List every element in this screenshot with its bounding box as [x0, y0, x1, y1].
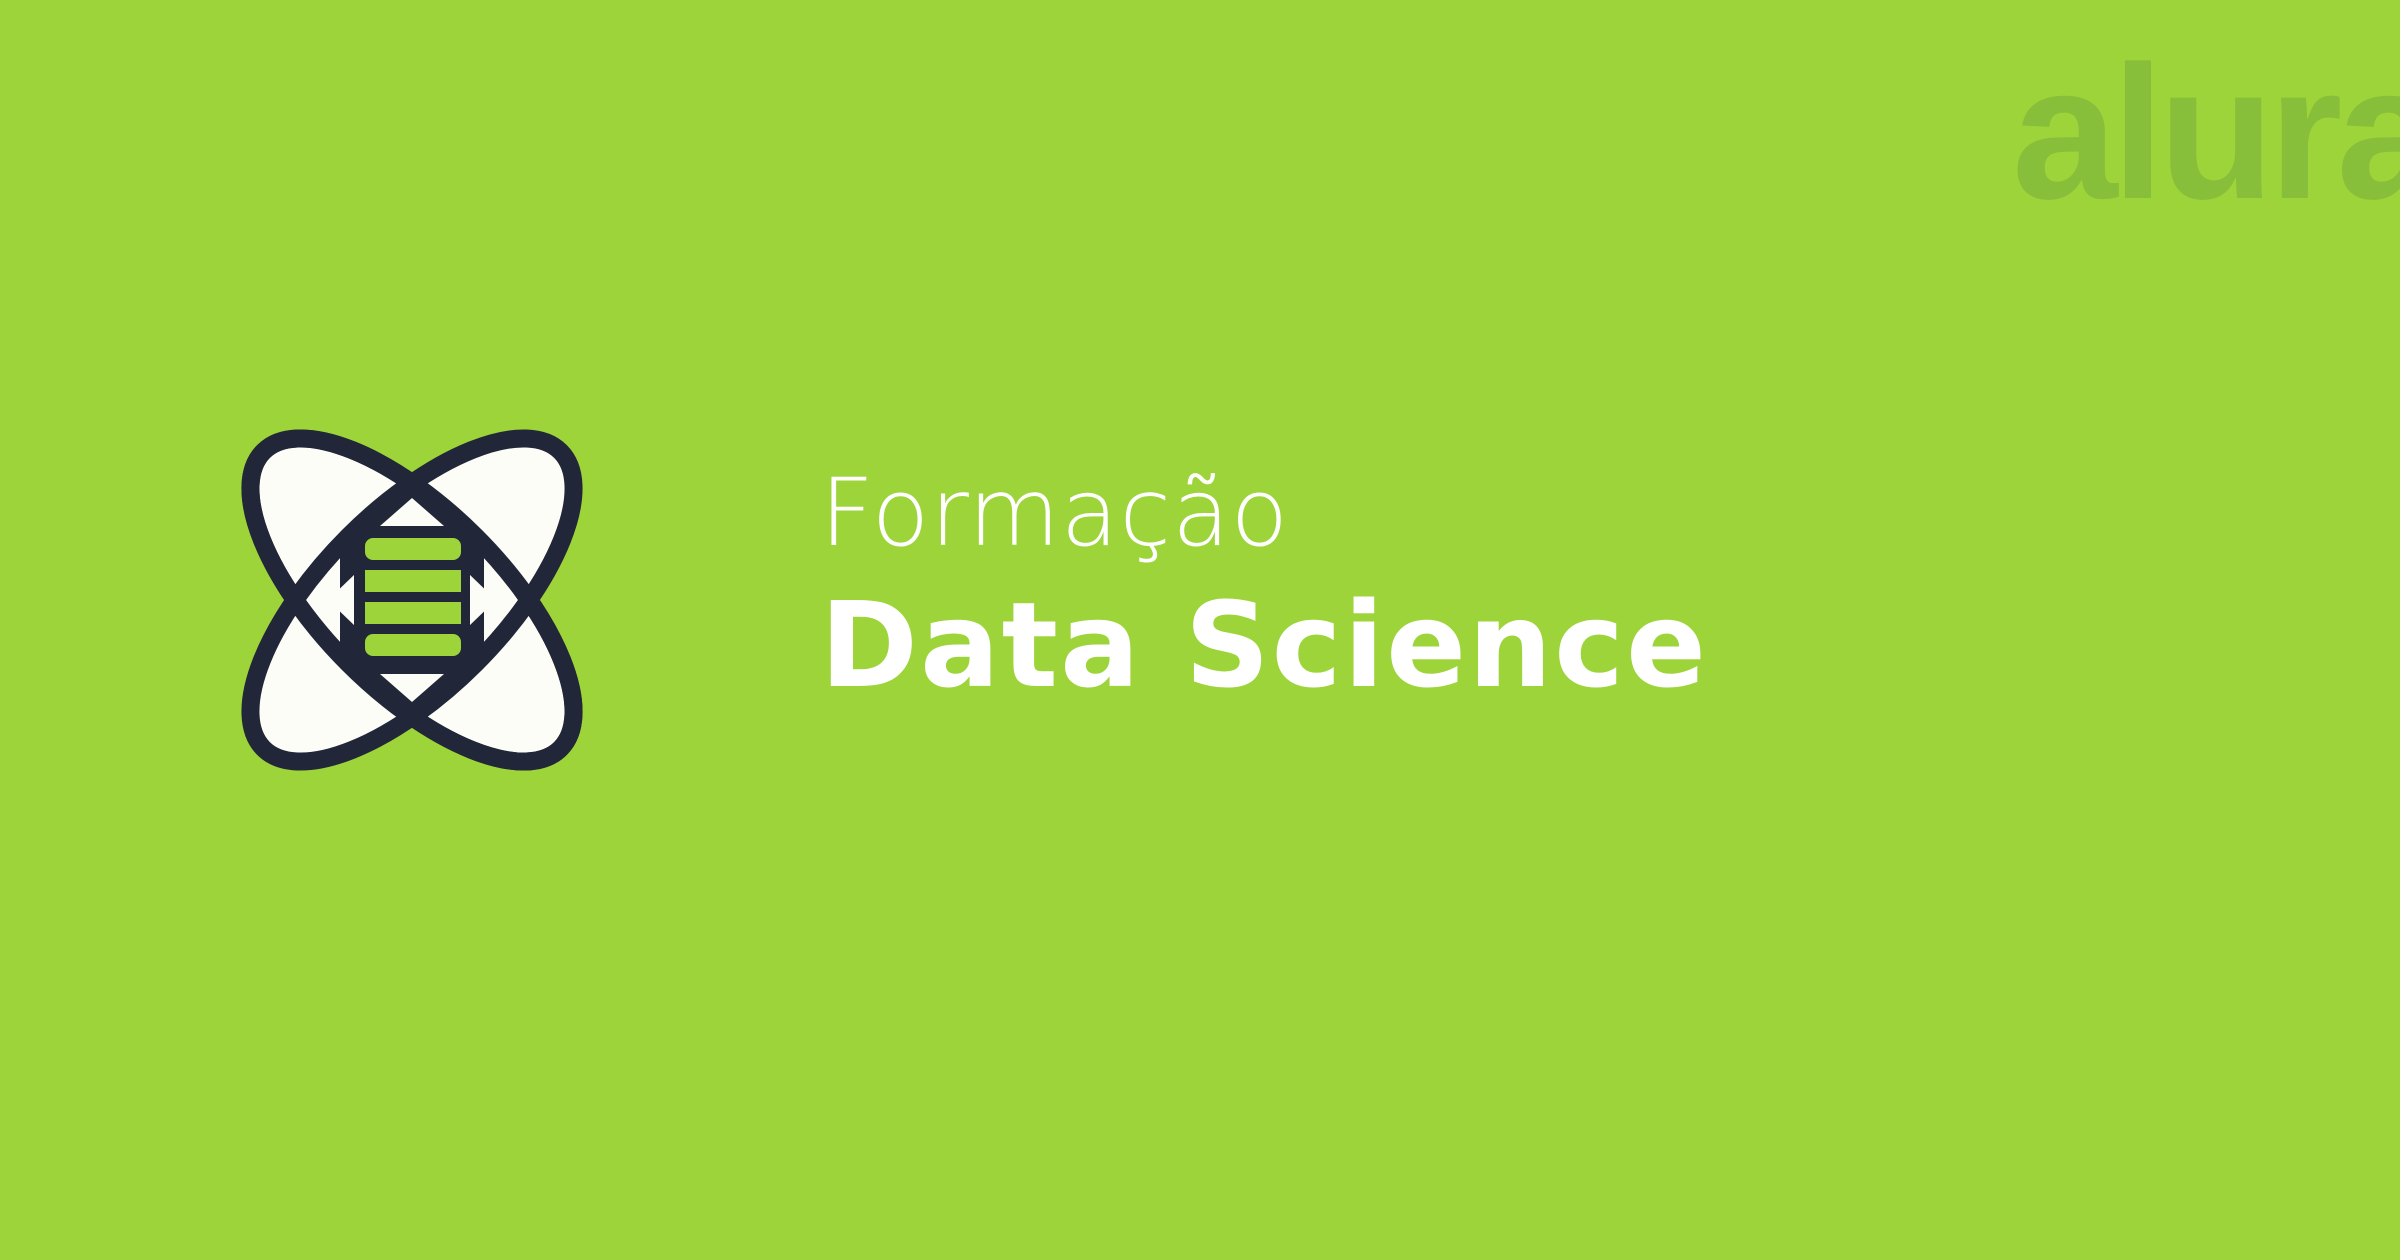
eyebrow-label: Formação [820, 459, 1290, 568]
data-science-icon [222, 410, 602, 790]
heading-block: Formação Data Science [820, 462, 1708, 717]
course-title: Data Science [820, 576, 1709, 715]
alura-logo: alura [2012, 27, 2400, 239]
